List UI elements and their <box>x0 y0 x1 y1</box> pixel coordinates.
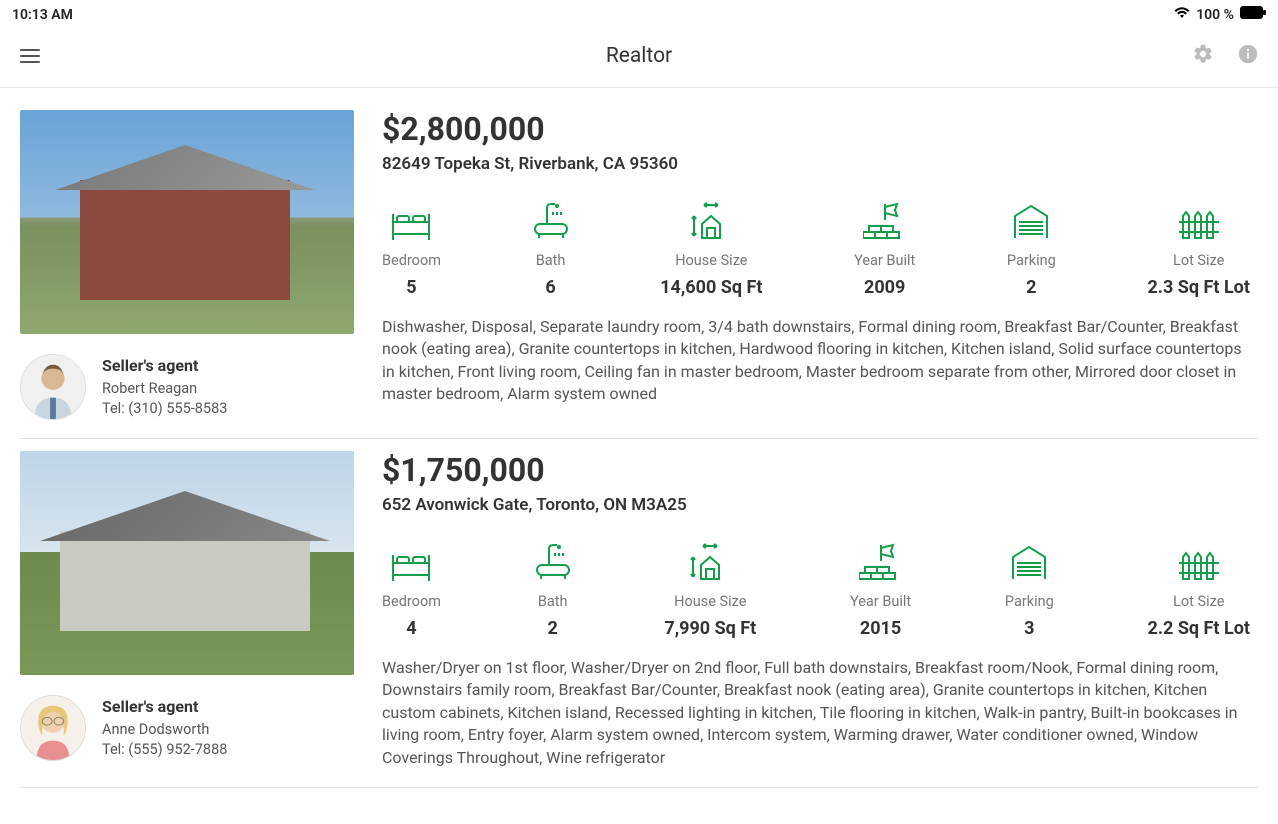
stat-label: Bath <box>536 252 566 269</box>
stat-bath: Bath 2 <box>535 543 571 639</box>
stat-value: 4 <box>406 618 416 639</box>
stat-value: 2.3 Sq Ft Lot <box>1147 277 1250 298</box>
stat-parking: Parking 2 <box>1007 202 1056 298</box>
listing-card[interactable]: Seller's agent Robert Reagan Tel: (310) … <box>20 98 1258 439</box>
house-photo[interactable] <box>20 451 354 675</box>
stat-house-size: House Size 14,600 Sq Ft <box>660 202 762 298</box>
agent-name: Robert Reagan <box>102 379 227 399</box>
parking-icon <box>1009 543 1049 583</box>
stat-label: Bath <box>538 593 568 610</box>
stat-value: 3 <box>1024 618 1034 639</box>
listing-left: Seller's agent Anne Dodsworth Tel: (555)… <box>20 451 354 769</box>
listing-price: $2,800,000 <box>382 110 1258 148</box>
listing-address: 82649 Topeka St, Riverbank, CA 95360 <box>382 154 1258 174</box>
wifi-icon <box>1174 7 1190 23</box>
agent-avatar[interactable] <box>20 695 86 761</box>
stat-value: 7,990 Sq Ft <box>664 618 756 639</box>
house-photo[interactable] <box>20 110 354 334</box>
stat-value: 2009 <box>864 277 905 298</box>
house-size-icon <box>688 202 734 242</box>
stat-label: Parking <box>1005 593 1054 610</box>
parking-icon <box>1011 202 1051 242</box>
agent-tel: Tel: (310) 555-8583 <box>102 399 227 419</box>
agent-row[interactable]: Seller's agent Anne Dodsworth Tel: (555)… <box>20 695 354 761</box>
agent-info: Seller's agent Robert Reagan Tel: (310) … <box>102 355 227 420</box>
year-built-icon <box>859 543 903 583</box>
agent-name: Anne Dodsworth <box>102 720 227 740</box>
stat-parking: Parking 3 <box>1005 543 1054 639</box>
stat-label: Parking <box>1007 252 1056 269</box>
info-icon[interactable] <box>1238 44 1258 68</box>
settings-icon[interactable] <box>1192 43 1214 69</box>
stat-value: 2 <box>1026 277 1036 298</box>
agent-row[interactable]: Seller's agent Robert Reagan Tel: (310) … <box>20 354 354 420</box>
stat-year-built: Year Built 2015 <box>850 543 911 639</box>
stat-value: 14,600 Sq Ft <box>660 277 762 298</box>
listing-left: Seller's agent Robert Reagan Tel: (310) … <box>20 110 354 420</box>
stat-lot-size: Lot Size 2.3 Sq Ft Lot <box>1147 202 1250 298</box>
status-time: 10:13 AM <box>12 7 73 23</box>
stat-label: Year Built <box>850 593 911 610</box>
stat-bedroom: Bedroom 5 <box>382 202 441 298</box>
fence-icon <box>1177 543 1221 583</box>
stat-lot-size: Lot Size 2.2 Sq Ft Lot <box>1148 543 1251 639</box>
year-built-icon <box>863 202 907 242</box>
stat-label: House Size <box>675 252 747 269</box>
bed-icon <box>389 543 433 583</box>
stat-label: Bedroom <box>382 593 441 610</box>
battery-icon <box>1240 6 1266 23</box>
battery-percent: 100 % <box>1196 7 1234 23</box>
bed-icon <box>389 202 433 242</box>
stat-bath: Bath 6 <box>533 202 569 298</box>
status-right: 100 % <box>1174 6 1266 23</box>
stat-year-built: Year Built 2009 <box>854 202 915 298</box>
listing-price: $1,750,000 <box>382 451 1258 489</box>
stat-value: 6 <box>545 277 555 298</box>
stat-value: 2.2 Sq Ft Lot <box>1148 618 1251 639</box>
agent-info: Seller's agent Anne Dodsworth Tel: (555)… <box>102 696 227 761</box>
stat-bedroom: Bedroom 4 <box>382 543 441 639</box>
agent-tel: Tel: (555) 952-7888 <box>102 740 227 760</box>
stat-label: House Size <box>674 593 746 610</box>
agent-role: Seller's agent <box>102 355 227 377</box>
stats-row: Bedroom 4 Bath 2 House Size 7,990 Sq Ft <box>382 543 1258 639</box>
bath-icon <box>535 543 571 583</box>
app-bar: Realtor <box>0 29 1278 88</box>
listing-address: 652 Avonwick Gate, Toronto, ON M3A25 <box>382 495 1258 515</box>
listing-card[interactable]: Seller's agent Anne Dodsworth Tel: (555)… <box>20 439 1258 788</box>
agent-avatar[interactable] <box>20 354 86 420</box>
stat-house-size: House Size 7,990 Sq Ft <box>664 543 756 639</box>
house-size-icon <box>687 543 733 583</box>
fence-icon <box>1177 202 1221 242</box>
stat-label: Lot Size <box>1173 593 1224 610</box>
listing-description: Dishwasher, Disposal, Separate laundry r… <box>382 316 1258 406</box>
stat-value: 2015 <box>860 618 901 639</box>
menu-icon[interactable] <box>20 49 40 63</box>
stat-value: 5 <box>406 277 416 298</box>
stat-value: 2 <box>547 618 557 639</box>
stats-row: Bedroom 5 Bath 6 House Size 14,600 Sq Ft <box>382 202 1258 298</box>
listing-description: Washer/Dryer on 1st floor, Washer/Dryer … <box>382 657 1258 769</box>
status-bar: 10:13 AM 100 % <box>0 0 1278 29</box>
app-title: Realtor <box>0 44 1278 68</box>
stat-label: Year Built <box>854 252 915 269</box>
stat-label: Bedroom <box>382 252 441 269</box>
agent-role: Seller's agent <box>102 696 227 718</box>
listing-details: $1,750,000 652 Avonwick Gate, Toronto, O… <box>382 451 1258 769</box>
listings-container: Seller's agent Robert Reagan Tel: (310) … <box>0 88 1278 788</box>
bath-icon <box>533 202 569 242</box>
stat-label: Lot Size <box>1173 252 1224 269</box>
listing-details: $2,800,000 82649 Topeka St, Riverbank, C… <box>382 110 1258 420</box>
